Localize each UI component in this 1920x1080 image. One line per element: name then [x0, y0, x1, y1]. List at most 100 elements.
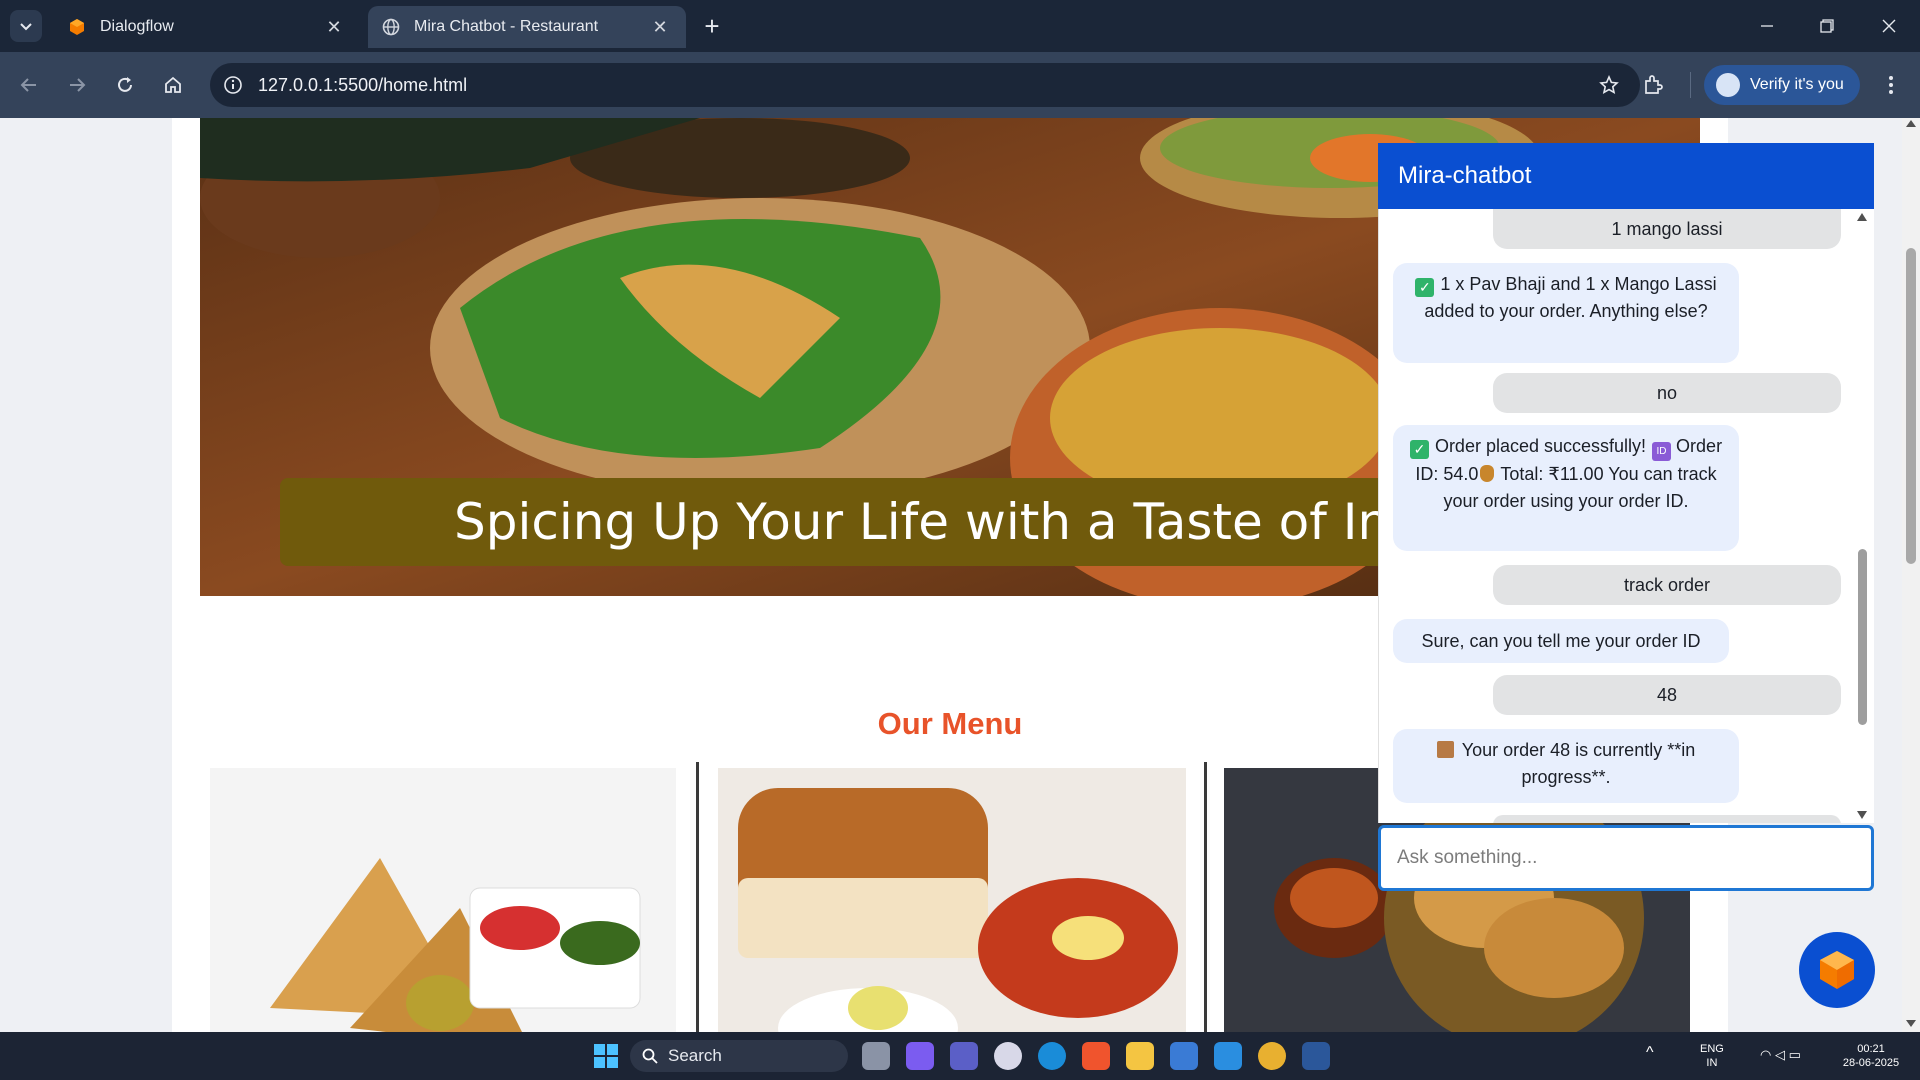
- reload-button[interactable]: [108, 68, 142, 102]
- taskbar-search[interactable]: Search: [630, 1040, 848, 1072]
- check-mark-icon: ✓: [1409, 440, 1429, 459]
- chat-scrollbar-thumb[interactable]: [1858, 549, 1867, 725]
- user-message: no: [1493, 373, 1841, 413]
- chrome-icon[interactable]: [1258, 1042, 1286, 1070]
- verify-profile-button[interactable]: Verify it's you: [1704, 65, 1860, 105]
- minimize-icon: [1761, 25, 1773, 27]
- tab-title: Dialogflow: [100, 18, 174, 35]
- avatar: [1716, 73, 1740, 97]
- chatbot-launcher-button[interactable]: [1799, 932, 1875, 1008]
- file-explorer-icon[interactable]: [1126, 1042, 1154, 1070]
- copilot-icon[interactable]: [906, 1042, 934, 1070]
- scroll-down-arrow-icon[interactable]: [1906, 1020, 1916, 1027]
- close-icon: [1882, 19, 1896, 33]
- url-text[interactable]: 127.0.0.1:5500/home.html: [258, 75, 1594, 96]
- menu-item-image-samosa[interactable]: [210, 768, 676, 1032]
- chat-scrollbar[interactable]: [1852, 209, 1872, 823]
- scroll-down-arrow-icon[interactable]: [1857, 811, 1867, 819]
- user-message: 48: [1493, 675, 1841, 715]
- bot-message: Sure, can you tell me your order ID: [1393, 619, 1729, 663]
- brave-icon[interactable]: [1082, 1042, 1110, 1070]
- bot-message: ✓ Order placed successfully! ID Order ID: …: [1393, 425, 1739, 551]
- chatbot-title: Mira-chatbot: [1398, 162, 1532, 189]
- site-info-icon[interactable]: [220, 72, 246, 98]
- globe-icon: [382, 18, 400, 36]
- taskbar-search-label: Search: [668, 1046, 722, 1065]
- menu-divider: [1204, 762, 1207, 1032]
- bot-message-text: Your order 48 is currently **in progress…: [1461, 740, 1696, 787]
- user-message: 1 mango lassi: [1493, 209, 1841, 249]
- dialogflow-icon: [1820, 951, 1854, 989]
- back-button[interactable]: [12, 68, 46, 102]
- bookmark-star-icon[interactable]: [1594, 70, 1624, 100]
- tab-dialogflow[interactable]: Dialogflow ✕: [54, 6, 360, 48]
- reload-icon: [118, 77, 132, 92]
- task-view-icon[interactable]: [862, 1042, 890, 1070]
- chat-input[interactable]: [1378, 825, 1874, 891]
- money-bag-icon: [1480, 465, 1495, 482]
- extensions-button[interactable]: [1636, 68, 1670, 102]
- hero-banner-text: Spicing Up Your Life with a Taste of Ind…: [454, 493, 1466, 551]
- user-message: track order: [1493, 565, 1841, 605]
- search-icon: [642, 1048, 658, 1064]
- chatbot-header: Mira-chatbot: [1378, 143, 1874, 209]
- check-mark-icon: ✓: [1415, 278, 1435, 297]
- scroll-up-arrow-icon[interactable]: [1906, 120, 1916, 127]
- home-button[interactable]: [156, 68, 190, 102]
- bot-message-text: Order placed successfully!: [1434, 436, 1647, 456]
- puzzle-icon: [1645, 75, 1663, 94]
- id-badge-icon: ID: [1652, 442, 1672, 461]
- bot-message: ✓ 1 x Pav Bhaji and 1 x Mango Lassi added…: [1393, 263, 1739, 363]
- bot-message-text: 1 x Pav Bhaji and 1 x Mango Lassi added …: [1424, 274, 1717, 321]
- tab-mira-chatbot[interactable]: Mira Chatbot - Restaurant ✕: [368, 6, 686, 48]
- close-tab-icon[interactable]: ✕: [322, 17, 346, 38]
- restore-button[interactable]: [1804, 8, 1850, 44]
- language-code: ENG: [1700, 1043, 1724, 1055]
- chat-messages[interactable]: 1 mango lassi ✓ 1 x Pav Bhaji and 1 x Man…: [1378, 209, 1874, 823]
- teams-icon[interactable]: [950, 1042, 978, 1070]
- menu-item-image-pav-bhaji[interactable]: [718, 768, 1186, 1032]
- close-window-button[interactable]: [1866, 8, 1912, 44]
- windows-start-icon[interactable]: [592, 1042, 620, 1070]
- tab-title: Mira Chatbot - Restaurant: [414, 18, 599, 35]
- scroll-up-arrow-icon[interactable]: [1857, 213, 1867, 221]
- wifi-volume-battery-icon[interactable]: ◠ ◁ ▭: [1760, 1048, 1801, 1062]
- minimize-button[interactable]: [1744, 8, 1790, 44]
- browser-menu-button[interactable]: [1874, 68, 1908, 102]
- forward-button[interactable]: [60, 68, 94, 102]
- address-bar[interactable]: 127.0.0.1:5500/home.html: [210, 63, 1640, 107]
- more-vertical-icon: [1889, 76, 1893, 94]
- arrow-right-icon: [70, 78, 86, 92]
- app-icon[interactable]: [1302, 1042, 1330, 1070]
- toolbar-separator: [1690, 72, 1691, 98]
- browser-tab-strip: Dialogflow ✕ Mira Chatbot - Restaurant ✕…: [0, 0, 1920, 52]
- verify-label: Verify it's you: [1750, 76, 1844, 93]
- edge-icon[interactable]: [1038, 1042, 1066, 1070]
- store-icon[interactable]: [1170, 1042, 1198, 1070]
- browser-toolbar: 127.0.0.1:5500/home.html Verify it's you: [0, 52, 1920, 118]
- clock-date: 28-06-2025: [1842, 1057, 1900, 1069]
- package-icon: [1436, 741, 1454, 758]
- windows-taskbar: Search ^ ENG IN ◠ ◁ ▭ 00:21 28-06-2025: [0, 1032, 1920, 1080]
- page-scrollbar-thumb[interactable]: [1906, 248, 1916, 564]
- dialogflow-favicon-icon: [70, 19, 84, 35]
- close-tab-icon[interactable]: ✕: [648, 17, 672, 38]
- vscode-icon[interactable]: [1214, 1042, 1242, 1070]
- language-indicator[interactable]: ENG IN: [1700, 1042, 1724, 1070]
- menu-divider: [696, 762, 699, 1032]
- tab-search-button[interactable]: [10, 10, 42, 42]
- region-code: IN: [1706, 1057, 1718, 1069]
- bot-message: Your order 48 is currently **in progress…: [1393, 729, 1739, 803]
- page-scrollbar[interactable]: [1902, 118, 1920, 1032]
- user-message-partial: [1493, 815, 1841, 823]
- chrome-alt-icon[interactable]: [994, 1042, 1022, 1070]
- chatbot-widget: Mira-chatbot 1 mango lassi ✓ 1 x Pav Bhaj…: [1378, 143, 1874, 893]
- clock[interactable]: 00:21 28-06-2025: [1836, 1042, 1906, 1070]
- chevron-up-icon[interactable]: ^: [1646, 1045, 1654, 1061]
- chevron-down-icon: [20, 23, 32, 31]
- clock-time: 00:21: [1857, 1043, 1885, 1055]
- home-icon: [165, 76, 181, 93]
- arrow-left-icon: [20, 78, 36, 92]
- new-tab-button[interactable]: +: [696, 10, 728, 42]
- restore-icon: [1820, 19, 1834, 33]
